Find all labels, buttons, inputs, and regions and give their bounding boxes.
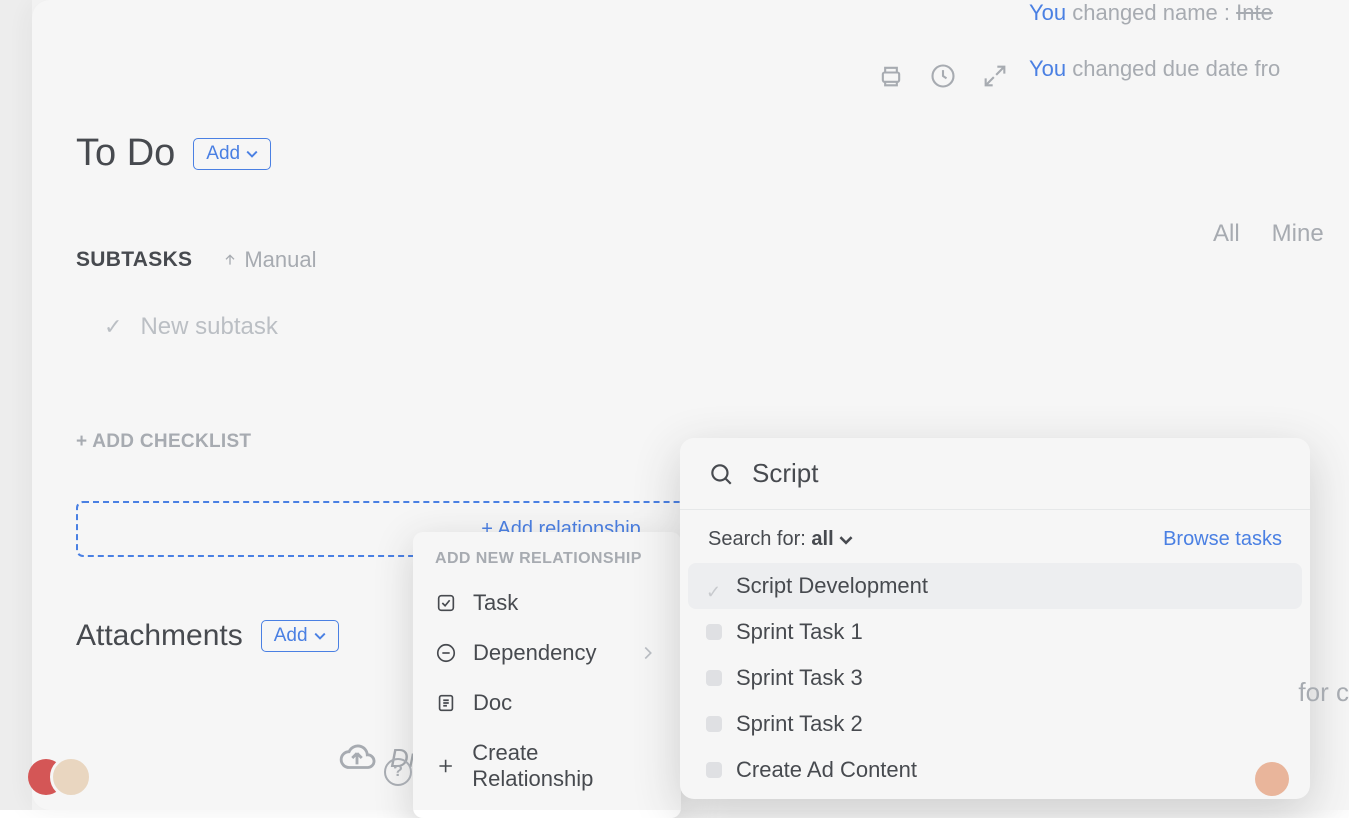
- new-subtask-row[interactable]: ✓ New subtask: [76, 313, 1046, 341]
- task-search-panel: Search for: all Browse tasks Script Deve…: [680, 438, 1310, 799]
- subtasks-sort[interactable]: Manual: [222, 247, 316, 273]
- activity-entry: You changed due date fro: [1029, 56, 1349, 82]
- add-button[interactable]: Add: [193, 138, 271, 170]
- cloud-upload-icon: [338, 739, 376, 777]
- dependency-icon: [435, 642, 457, 664]
- chevron-right-icon: [637, 642, 659, 664]
- status-square-icon: [706, 716, 722, 732]
- chevron-down-icon: [246, 148, 258, 160]
- attachments-add-button[interactable]: Add: [261, 620, 339, 652]
- truncated-text: for c: [1298, 677, 1349, 708]
- avatar: [1255, 762, 1289, 796]
- avatar: [50, 756, 92, 798]
- search-result[interactable]: Sprint Task 3: [688, 655, 1302, 701]
- relationship-menu: ADD NEW RELATIONSHIP Task Dependency Doc…: [413, 532, 681, 818]
- chevron-down-icon: [839, 533, 853, 547]
- rel-menu-doc[interactable]: Doc: [413, 678, 681, 728]
- browse-tasks-link[interactable]: Browse tasks: [1163, 528, 1282, 551]
- rel-menu-task[interactable]: Task: [413, 578, 681, 628]
- arrow-up-icon: [222, 252, 238, 268]
- activity-entry: You changed name : Inte: [1029, 0, 1349, 26]
- status-title: To Do: [76, 132, 175, 175]
- search-result[interactable]: Sprint Task 2: [688, 701, 1302, 747]
- new-subtask-placeholder: New subtask: [140, 313, 277, 341]
- search-scope[interactable]: Search for: all: [708, 528, 853, 551]
- background-sidebar-strip: [0, 0, 32, 810]
- doc-icon: [435, 692, 457, 714]
- rel-menu-dependency[interactable]: Dependency: [413, 628, 681, 678]
- chevron-down-icon: [314, 630, 326, 642]
- subtasks-header: SUBTASKS: [76, 248, 192, 272]
- task-icon: [435, 592, 457, 614]
- plus-icon: [435, 755, 456, 777]
- relationship-menu-header: ADD NEW RELATIONSHIP: [413, 550, 681, 578]
- search-result[interactable]: Sprint Task 1: [688, 609, 1302, 655]
- search-result[interactable]: Create Ad Content: [688, 747, 1302, 793]
- tab-mine[interactable]: Mine: [1272, 220, 1324, 248]
- rel-menu-create[interactable]: Create Relationship: [413, 728, 681, 804]
- task-search-input[interactable]: [752, 458, 1282, 489]
- status-square-icon: [706, 670, 722, 686]
- presence-avatars: [28, 756, 92, 798]
- check-icon: ✓: [104, 314, 122, 340]
- search-icon: [708, 461, 734, 487]
- check-icon: [706, 578, 722, 594]
- attachments-title: Attachments: [76, 619, 243, 653]
- status-square-icon: [706, 762, 722, 778]
- tab-all[interactable]: All: [1213, 220, 1240, 248]
- search-result[interactable]: Script Development: [688, 563, 1302, 609]
- status-square-icon: [706, 624, 722, 640]
- help-icon[interactable]: ?: [384, 758, 412, 786]
